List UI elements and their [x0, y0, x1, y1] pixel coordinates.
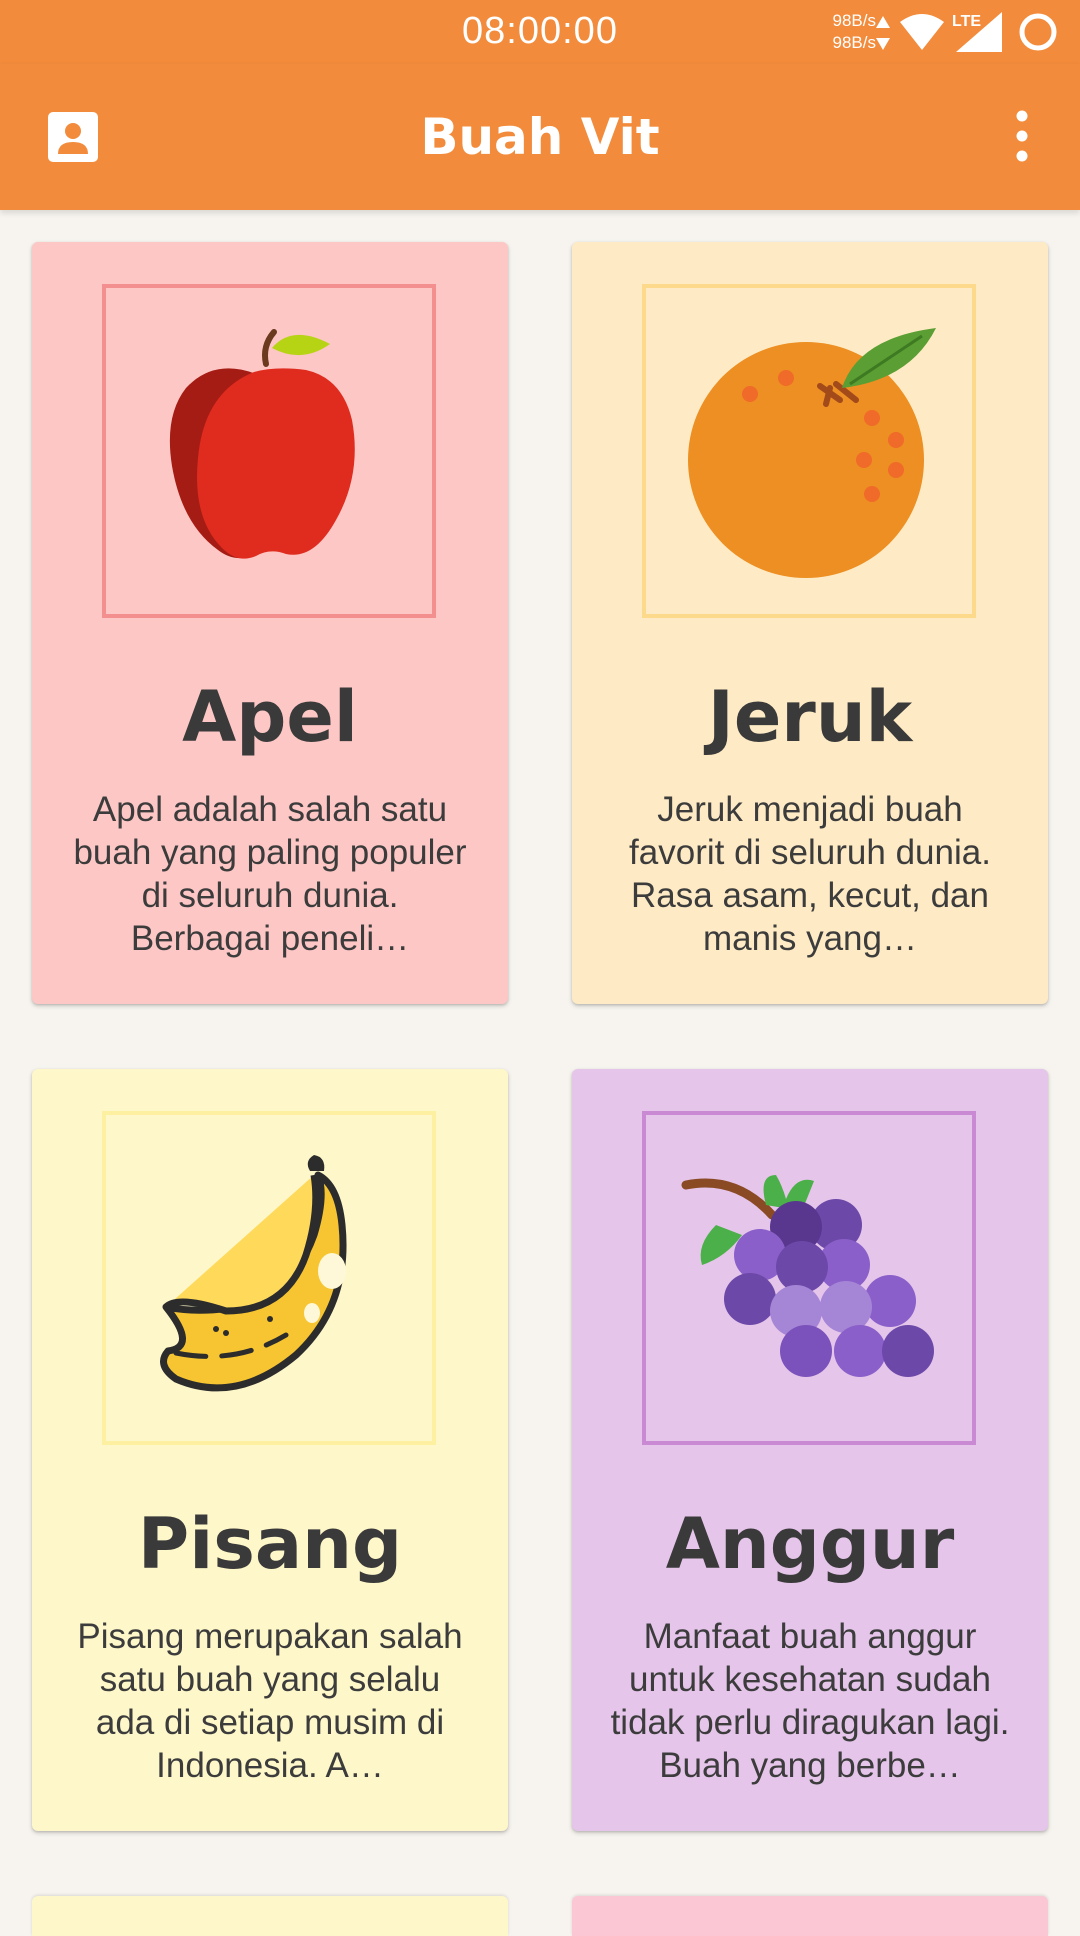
lte-label: LTE — [952, 13, 981, 30]
fruit-image-frame — [102, 1111, 436, 1445]
fruit-description: Jeruk menjadi buah favorit di seluruh du… — [629, 790, 991, 958]
fruit-card-jeruk[interactable]: Jeruk Jeruk menjadi buah favorit di selu… — [572, 242, 1048, 1004]
fruit-name: Apel — [182, 676, 358, 758]
fruit-image-frame — [642, 284, 976, 618]
net-up-speed: 98B/s — [832, 11, 876, 30]
fruit-card-pisang[interactable]: Pisang Pisang merupakan salah satu buah … — [32, 1069, 508, 1831]
fruit-description: Pisang merupakan salah satu buah yang se… — [77, 1617, 463, 1785]
fruit-name: Anggur — [665, 1503, 955, 1585]
fruit-image-frame — [102, 284, 436, 618]
fruit-description: Apel adalah salah satu buah yang paling … — [73, 790, 467, 958]
fruit-card-apel[interactable]: Apel Apel adalah salah satu buah yang pa… — [32, 242, 508, 1004]
fruit-name: Jeruk — [707, 676, 913, 758]
more-vert-icon[interactable] — [1002, 106, 1042, 166]
status-bar: 08:00:00 98B/s 98B/s LTE — [0, 0, 1080, 64]
apple-icon — [169, 329, 355, 559]
data-transfer-icon — [876, 16, 890, 50]
fruit-name: Pisang — [137, 1503, 403, 1585]
app-title: Buah Vit — [420, 108, 660, 166]
wifi-icon — [900, 14, 944, 50]
app-bar: Buah Vit — [0, 64, 1080, 210]
fruit-card-partial-right[interactable] — [572, 1896, 1048, 1936]
fruit-description: Manfaat buah anggur untuk kesehatan suda… — [610, 1617, 1010, 1785]
orange-icon — [688, 328, 936, 578]
net-down-speed: 98B/s — [832, 33, 876, 52]
battery-circle-icon — [1019, 13, 1057, 51]
banana-icon — [160, 1155, 347, 1392]
fruit-card-anggur[interactable]: Anggur Manfaat buah anggur untuk kesehat… — [572, 1069, 1048, 1831]
lte-signal-icon: LTE — [952, 12, 1002, 52]
fruit-card-partial-left[interactable] — [32, 1896, 508, 1936]
grapes-icon — [681, 1175, 934, 1377]
network-speed: 98B/s 98B/s — [816, 10, 876, 54]
fruit-image-frame — [642, 1111, 976, 1445]
